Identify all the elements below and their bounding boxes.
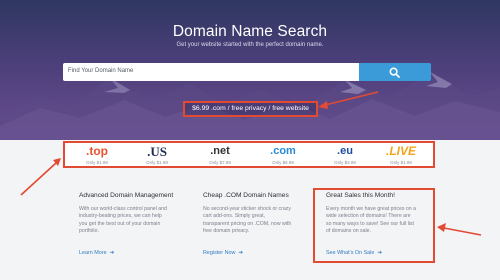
tld-list: .top Only $1.99 .US Only $1.99 .net Only… [63,141,435,168]
feature-description: With our world-class control panel and i… [79,206,189,235]
feature-title: Advanced Domain Management [79,192,174,199]
promo-banner[interactable]: $6.99 .com / free privacy / free website [183,101,318,117]
annotation-arrowhead [437,223,446,232]
annotation-arrowhead [53,158,61,166]
annotation-arrow-sales [443,227,482,236]
tld-top[interactable]: .top Only $1.99 [68,144,126,168]
arrow-right-icon: ➔ [238,250,244,256]
domain-search-input[interactable]: Find Your Domain Name [63,63,359,81]
hero-banner: Domain Name Search Get your website star… [0,0,500,140]
feature-line: you get the best out of your domain [79,220,161,227]
tld-us[interactable]: .US Only $1.99 [128,144,186,168]
link-label: Learn More [79,250,107,256]
feature-title: Cheap .COM Domain Names [203,192,289,199]
tld-name: .com [270,145,296,157]
feature-line: transparent pricing on .COM, now with [203,220,292,227]
feature-cheap-com: Cheap .COM Domain Names No second-year s… [203,192,313,235]
feature-domain-management: Advanced Domain Management With our worl… [79,192,189,235]
register-now-link[interactable]: Register Now ➔ [203,250,243,256]
feature-line: No second-year sticker shock or crazy [203,206,291,212]
tld-name: .eu [337,145,353,157]
tld-net[interactable]: .net Only $7.88 [191,144,249,168]
feature-line: portfolio. [79,227,99,234]
search-placeholder: Find Your Domain Name [68,68,134,74]
feature-line: free domain privacy. [203,227,250,234]
tld-price: Only $6.99 [272,160,294,165]
tld-price: Only $3.99 [334,160,356,165]
tld-eu[interactable]: .eu Only $3.99 [316,144,374,168]
tld-com[interactable]: .com Only $6.99 [254,144,312,168]
annotation-arrow-tld [20,162,57,196]
feature-line: industry-beating prices, we can help [79,213,162,220]
search-icon [389,67,400,78]
search-button[interactable] [359,63,431,81]
page-subtitle: Get your website started with the perfec… [176,42,324,48]
feature-line: With our world-class control panel and [79,206,167,212]
tld-name: .LIVE [385,144,416,158]
learn-more-link[interactable]: Learn More ➔ [79,250,114,256]
sales-highlight-box [313,188,435,263]
domain-search-page: Domain Name Search Get your website star… [0,0,500,280]
tld-price: Only $1.99 [146,160,168,165]
tld-name: .net [210,145,230,157]
page-title: Domain Name Search [172,23,328,40]
tld-live[interactable]: .LIVE Only $1.99 [372,144,430,168]
feature-line: cart add-ons. Simply great, [203,213,265,220]
tld-price: Only $1.99 [390,160,412,165]
tld-name: .US [147,144,167,159]
arrow-right-icon: ➔ [109,250,115,256]
link-label: Register Now [203,250,236,256]
tld-name: .top [86,144,108,158]
promo-text: $6.99 .com / free privacy / free website [192,105,309,112]
feature-description: No second-year sticker shock or crazy ca… [203,206,313,235]
tld-price: Only $7.88 [209,160,231,165]
tld-price: Only $1.99 [86,160,108,165]
